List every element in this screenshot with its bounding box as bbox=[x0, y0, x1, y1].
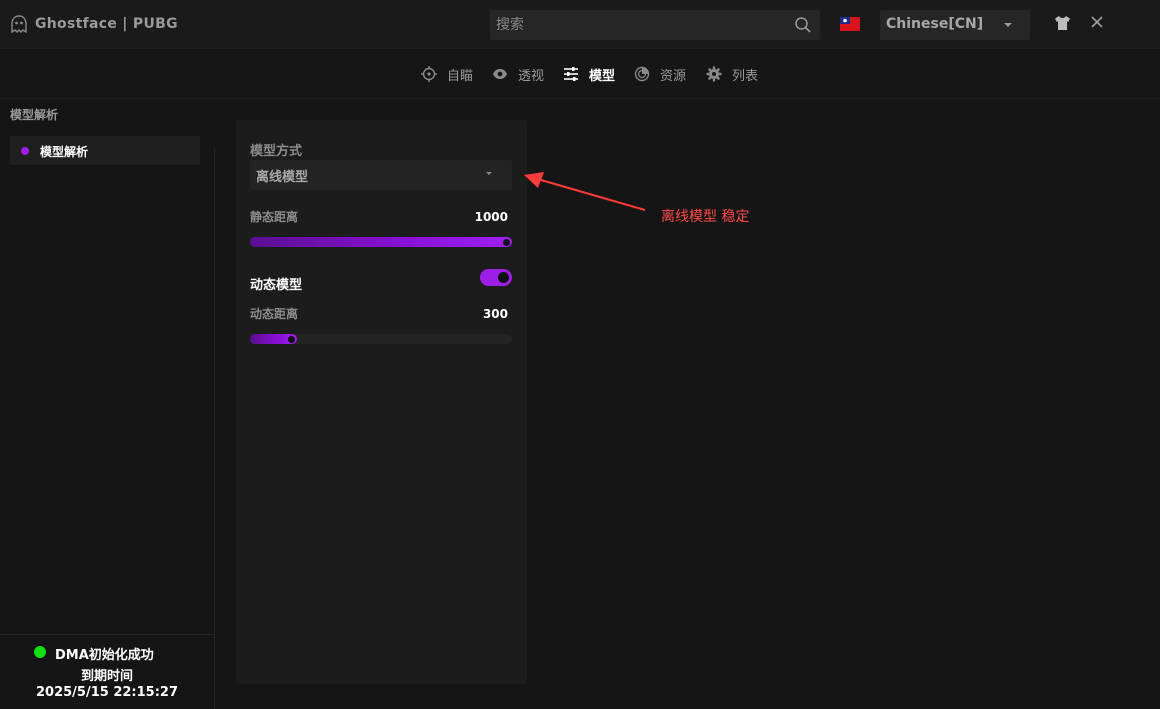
tab-resources[interactable]: 资源 bbox=[634, 64, 686, 84]
tab-list[interactable]: 列表 bbox=[706, 64, 758, 84]
tab-label: 列表 bbox=[732, 68, 759, 84]
tab-model[interactable]: 模型 bbox=[563, 64, 615, 84]
chevron-down-icon bbox=[486, 172, 492, 175]
language-label: Chinese[CN] bbox=[886, 16, 984, 32]
active-dot-icon bbox=[21, 147, 29, 155]
sidebar-item-label: 模型解析 bbox=[40, 145, 89, 159]
tab-label: 自瞄 bbox=[447, 68, 474, 84]
tab-esp[interactable]: 透视 bbox=[492, 64, 544, 84]
annotation-arrow-icon bbox=[524, 172, 646, 211]
static-distance-label: 静态距离 bbox=[250, 210, 299, 224]
dynamic-distance-value: 300 bbox=[482, 307, 508, 321]
slider-thumb[interactable] bbox=[503, 239, 510, 246]
title-bar: Ghostface | PUBG Chinese[CN] bbox=[0, 0, 1160, 49]
close-icon[interactable] bbox=[1090, 15, 1104, 29]
annotation-text: 离线模型 稳定 bbox=[661, 209, 750, 225]
language-select[interactable]: Chinese[CN] bbox=[880, 10, 1030, 40]
search-input[interactable] bbox=[490, 10, 780, 40]
sliders-icon bbox=[564, 67, 578, 81]
crosshair-icon bbox=[421, 66, 437, 82]
sidebar-item-model-analysis[interactable]: 模型解析 bbox=[10, 136, 200, 165]
nav-tabs: 自瞄 透视 模型 资源 列表 bbox=[0, 50, 1160, 99]
status-text: DMA初始化成功 bbox=[55, 648, 154, 663]
shirt-icon[interactable] bbox=[1054, 15, 1071, 31]
toggle-knob bbox=[498, 272, 509, 283]
dynamic-model-label: 动态模型 bbox=[250, 278, 303, 293]
expiry-label: 到期时间 bbox=[80, 669, 133, 684]
tab-label: 模型 bbox=[589, 68, 616, 84]
search-box[interactable] bbox=[490, 10, 820, 40]
tab-label: 资源 bbox=[660, 68, 687, 84]
static-distance-value: 1000 bbox=[474, 210, 508, 224]
chevron-down-icon bbox=[1004, 23, 1012, 27]
tab-aimbot[interactable]: 自瞄 bbox=[421, 64, 473, 84]
status-indicator-icon bbox=[34, 646, 46, 658]
radar-icon bbox=[634, 66, 650, 82]
eye-icon bbox=[493, 69, 507, 79]
expiry-value: 2025/5/15 22:15:27 bbox=[35, 685, 178, 700]
app-window: Ghostface | PUBG Chinese[CN] bbox=[0, 0, 1160, 709]
dynamic-distance-label: 动态距离 bbox=[250, 307, 299, 321]
taiwan-flag-icon bbox=[840, 17, 860, 31]
model-mode-select[interactable]: 离线模型 bbox=[250, 160, 512, 190]
sidebar-divider bbox=[214, 148, 215, 709]
dynamic-distance-slider[interactable] bbox=[250, 334, 512, 344]
model-mode-value: 离线模型 bbox=[256, 170, 309, 185]
dynamic-model-toggle[interactable] bbox=[480, 269, 512, 286]
search-icon[interactable] bbox=[794, 16, 812, 34]
status-panel: DMA初始化成功 到期时间 2025/5/15 22:15:27 bbox=[0, 634, 214, 709]
app-title: Ghostface | PUBG bbox=[35, 16, 178, 32]
model-mode-label: 模型方式 bbox=[250, 144, 303, 159]
model-settings-panel: 模型方式 离线模型 静态距离 1000 动态模型 动态距离 300 bbox=[236, 120, 527, 684]
gear-icon bbox=[706, 66, 722, 82]
static-distance-slider[interactable] bbox=[250, 237, 512, 247]
tab-label: 透视 bbox=[518, 68, 545, 84]
slider-thumb[interactable] bbox=[288, 336, 295, 343]
section-title: 模型解析 bbox=[10, 108, 59, 122]
ghost-logo-icon bbox=[11, 15, 27, 33]
slider-fill bbox=[250, 237, 512, 247]
